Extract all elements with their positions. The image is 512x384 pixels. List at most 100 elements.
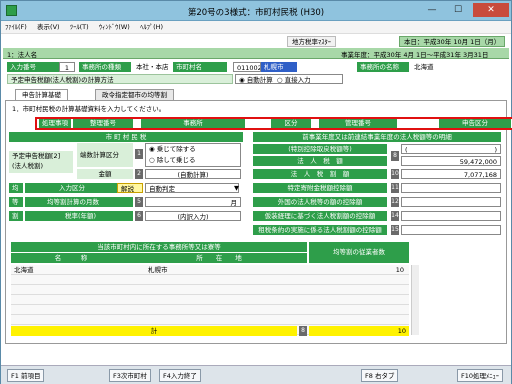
amount-field[interactable]: (自動計算) [145, 169, 241, 179]
radio-auto-icon[interactable]: ◉ [239, 76, 245, 83]
office-name-value: 北海道 [414, 63, 434, 71]
amount-label: 金額 [77, 169, 133, 179]
tax-rate-master-button[interactable]: 地方税率ﾏｽﾀｰ [287, 36, 336, 47]
deduction-row-1-field[interactable] [401, 183, 501, 193]
deduction-row-3-label: 仮装経理に基づく法人税割額の控除額 [253, 211, 387, 221]
menu-help[interactable]: ﾍﾙﾌﾟ(H) [136, 21, 167, 34]
table-row[interactable] [11, 305, 409, 315]
grid-scrollbar[interactable] [411, 265, 419, 335]
city-label: 市町村名 [173, 62, 227, 72]
table-row[interactable]: 北海道 札幌市 10 [11, 265, 409, 275]
corp-tax-field[interactable]: 59,472,000 [401, 156, 501, 166]
deduction-row-3-field[interactable] [401, 211, 501, 221]
entry-no-label: 入力番号 [7, 62, 59, 72]
corp-header: 1：法人名 事業年度：平成30年 4月 1日〜平成31年 3月31日 [3, 48, 509, 59]
calc-method-radio[interactable]: ◉ 自動計算 ○ 直接入力 [235, 74, 343, 84]
menu-file[interactable]: ﾌｧｲﾙ(F) [1, 21, 31, 34]
radio-divide-icon[interactable]: ○ [149, 156, 155, 164]
col-address: 所 在 地 [131, 253, 307, 263]
to-label: 等 [9, 197, 23, 207]
city-code-input[interactable]: 011002 [233, 62, 261, 72]
f4-button[interactable]: F4入力終了 [159, 369, 201, 382]
total-num: 8 [299, 326, 307, 336]
total-label: 計 [11, 326, 297, 336]
months-field[interactable]: 月 [145, 197, 241, 207]
input-kind-select[interactable]: 自動判定 [145, 183, 239, 193]
pre-tax-label: 予定申告税額[2] (法人税割) [9, 151, 73, 173]
office-kind-label: 事務所の種類 [79, 62, 131, 72]
deduction-row-2-label: 外国の法人税等の額の控除額 [253, 197, 387, 207]
header-process: 処理事項 [39, 119, 71, 128]
col-name: 名 称 [11, 253, 131, 263]
today-date: 本日：平成30年 10月 1日（月） [399, 36, 506, 47]
f3-button[interactable]: F3次市町村 [109, 369, 151, 382]
maximize-button[interactable]: ☐ [447, 3, 469, 17]
tab-calc-basis[interactable]: 申告計算基礎 [15, 89, 68, 100]
entry-no-input[interactable]: 1 [59, 62, 75, 72]
deduction-row-4-field[interactable] [401, 225, 501, 235]
corp-name-label: 1：法人名 [7, 51, 38, 59]
row-num-11: 11 [391, 183, 399, 193]
deduction-row-2-field[interactable] [401, 197, 501, 207]
row-name: 北海道 [14, 266, 34, 274]
paren-close: ) [494, 146, 497, 154]
special-deduction-label: (特別控除取戻税額等) [253, 144, 387, 154]
radio-multiply-icon[interactable]: ◉ [149, 145, 155, 153]
fiscal-year: 事業年度：平成30年 4月 1日〜平成31年 3月31日 [341, 51, 489, 59]
row-num-12: 12 [391, 197, 399, 207]
table-row[interactable] [11, 315, 409, 325]
row-num-6: 6 [135, 211, 143, 221]
menu-view[interactable]: 表示(V) [33, 21, 64, 34]
employee-count-head: 均等割の従業者数 [309, 242, 409, 263]
f1-button[interactable]: F1 前項目 [7, 369, 45, 382]
row-num-14: 14 [391, 211, 399, 221]
office-name-label: 事務所の名称 [357, 62, 409, 72]
radio-manual-icon[interactable]: ○ [277, 76, 283, 83]
minimize-button[interactable]: — [421, 3, 443, 17]
municipal-tax-head: 市 町 村 民 税 [9, 132, 243, 142]
rounding-label: 端数計算区分 [77, 143, 133, 167]
menu-window[interactable]: ｳｨﾝﾄﾞｳ(W) [95, 21, 134, 34]
radio-auto-label: 自動計算 [246, 76, 273, 84]
deduction-row-1-label: 特定寄附金税額控除額 [253, 183, 387, 193]
table-row[interactable] [11, 285, 409, 295]
explain-button[interactable]: 解説 [117, 183, 143, 193]
function-key-bar: F1 前項目 F3次市町村 F4入力終了 F8 右タブ F10処理ﾒﾆｭｰ [1, 365, 511, 384]
row-num-5: 5 [135, 197, 143, 207]
offices-grid: 北海道 札幌市 10 [11, 265, 409, 335]
radio-manual-label: 直接入力 [284, 76, 311, 84]
special-deduction-field[interactable]: () [401, 144, 501, 154]
row-num-8: 8 [391, 151, 399, 161]
header-filing-type: 申告区分 [439, 119, 511, 128]
offices-head: 当該市町村内に所在する事務所等又は寮等 [11, 242, 307, 252]
tab-designated-city[interactable]: 政令指定都市の均等割 [95, 89, 174, 100]
row-num-10: 10 [391, 169, 399, 179]
header-category: 区分 [271, 119, 311, 128]
months-label: 均等割計算の月数 [25, 197, 133, 207]
city-name-field[interactable]: 札幌市 [261, 62, 297, 72]
radio-divide-label: 除して乗じる [156, 156, 196, 164]
header-ref-number: 整理番号 [73, 119, 133, 128]
table-row[interactable] [11, 275, 409, 285]
close-button[interactable]: ✕ [473, 3, 509, 17]
wari-label: 割 [9, 211, 23, 221]
header-mgmt-number: 管理番号 [319, 119, 397, 128]
rate-field[interactable]: (内訳入力) [145, 211, 241, 221]
f8-button[interactable]: F8 右タブ [361, 369, 399, 382]
row-num-1: 1 [135, 149, 143, 159]
f10-button[interactable]: F10処理ﾒﾆｭｰ [457, 369, 504, 382]
app-window: 第20号の3様式：市町村民税 (H30) — ☐ ✕ ﾌｧｲﾙ(F) 表示(V)… [0, 0, 512, 384]
menu-tools[interactable]: ﾂｰﾙ(T) [66, 21, 93, 34]
prior-year-head: 前事業年度又は前連結事業年度の法人税額等の明細 [253, 132, 501, 142]
split-tax-field[interactable]: 7,077,168 [401, 169, 501, 179]
row-num-2: 2 [135, 169, 143, 179]
paren-open: ( [405, 146, 408, 154]
rate-label: 税率(年額) [25, 211, 133, 221]
header-office: 事務所 [141, 119, 245, 128]
corp-tax-label: 法 人 税 額 [253, 156, 387, 166]
chevron-down-icon[interactable]: ▼ [231, 183, 241, 193]
table-row[interactable] [11, 295, 409, 305]
rounding-radio[interactable]: ◉ 乗じて除する ○ 除して乗じる [145, 143, 241, 167]
row-count: 10 [395, 266, 404, 274]
total-value: 10 [309, 326, 409, 336]
